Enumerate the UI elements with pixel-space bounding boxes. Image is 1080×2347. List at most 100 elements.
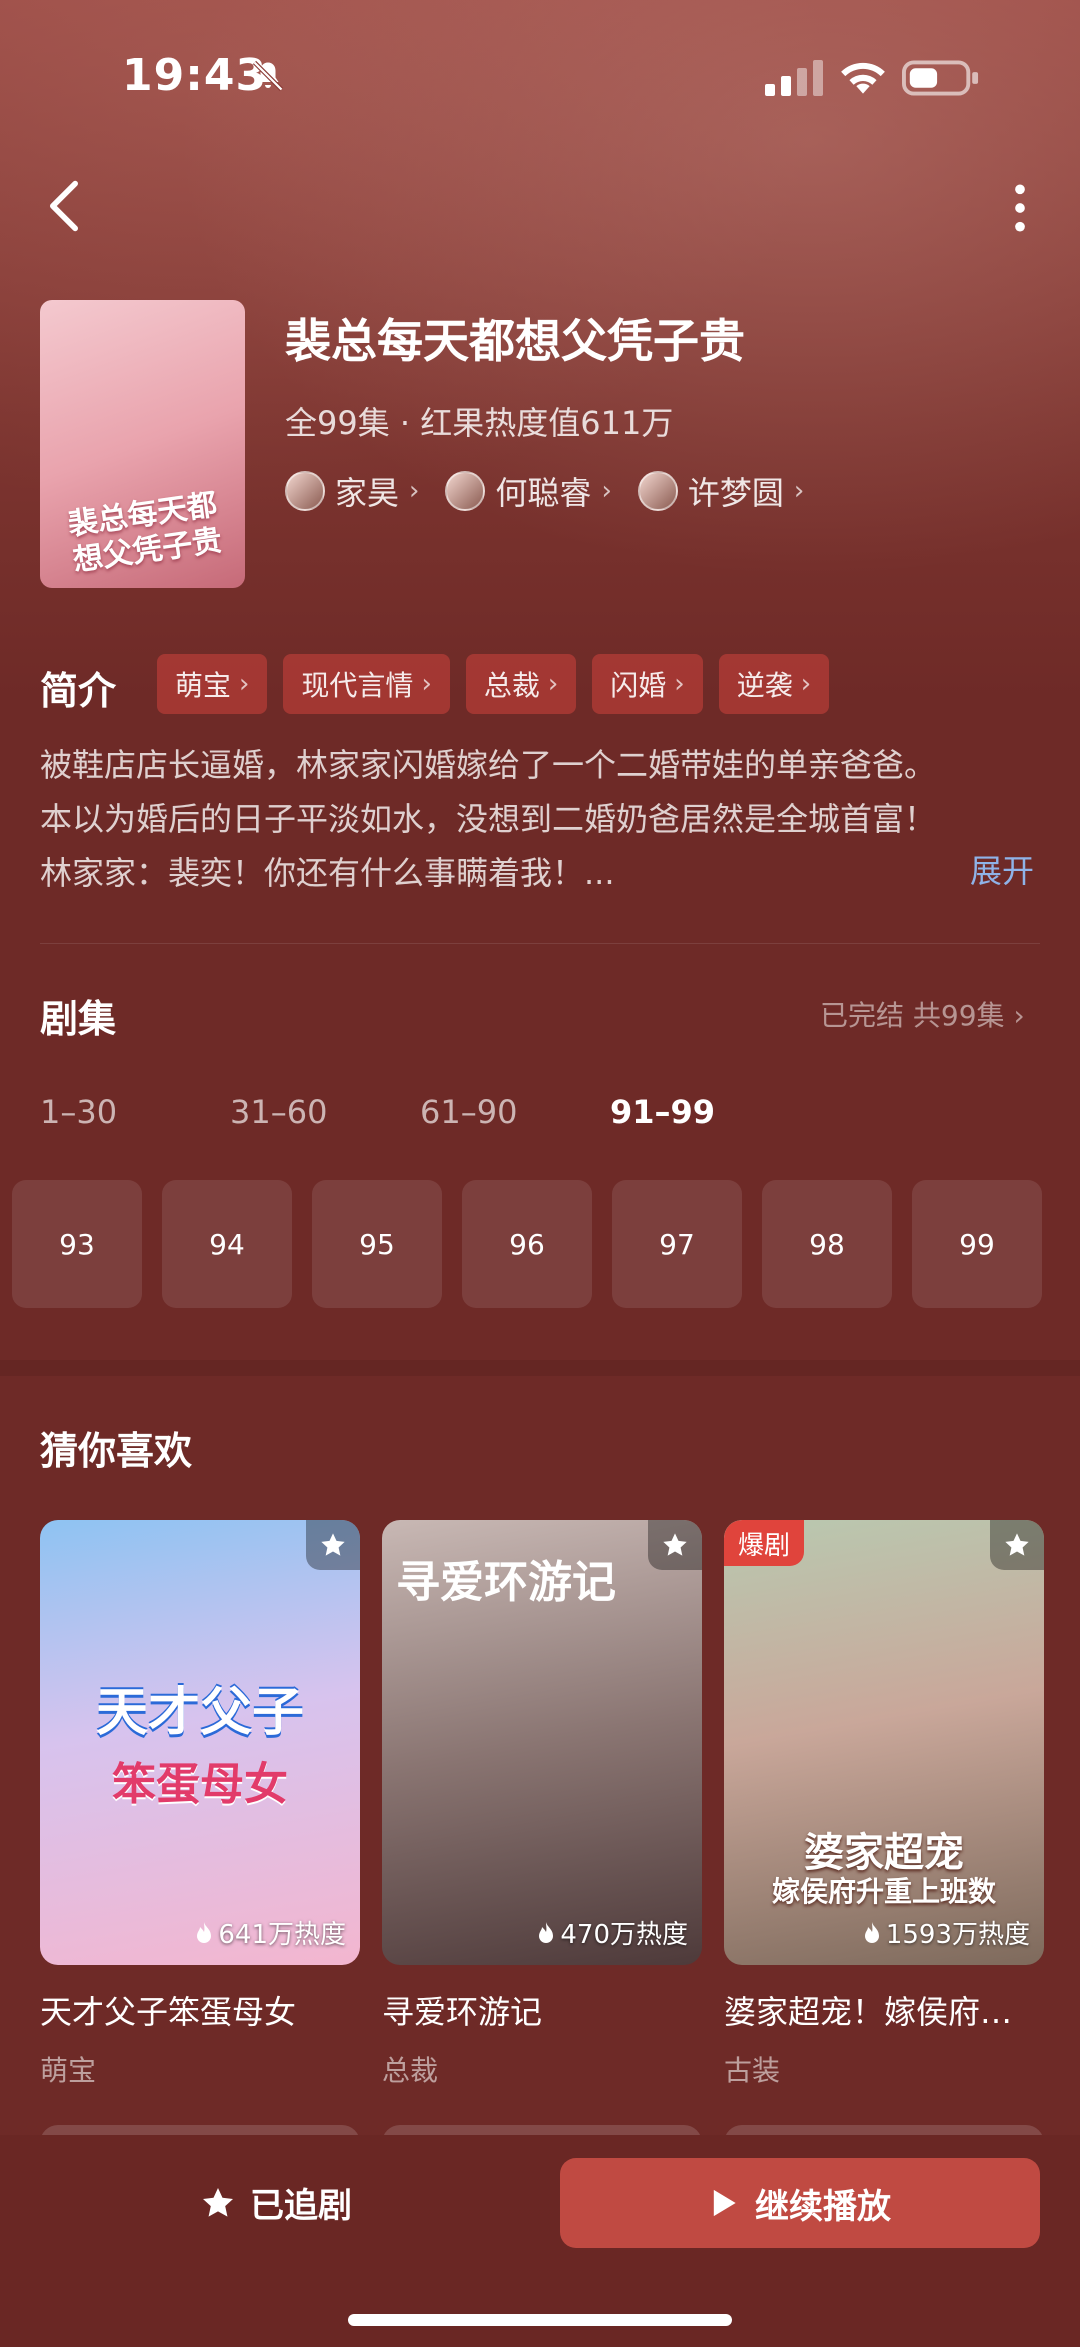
drama-title: 裴总每天都想父凭子贵: [285, 314, 745, 368]
description-line: 本以为婚后的日子平淡如水，没想到二婚奶爸居然是全城首富！: [40, 800, 937, 838]
card-genre: 总裁: [382, 2054, 439, 2087]
continue-play-button[interactable]: 继续播放: [560, 2158, 1040, 2248]
card-title: 寻爱环游记: [382, 1993, 543, 2031]
flame-icon: [864, 1921, 879, 1943]
tag-chip[interactable]: 逆袭 ›: [718, 654, 830, 714]
heat-value: 641万热度: [218, 1920, 346, 1950]
drama-poster[interactable]: 裴总每天都想父凭子贵: [40, 300, 245, 588]
episode-range-tabs: 1–30 31–60 61–90 91–99: [40, 1093, 800, 1131]
wifi-icon: [841, 62, 885, 94]
episode-button[interactable]: 99: [912, 1180, 1042, 1308]
chevron-right-icon: ›: [239, 669, 250, 699]
tag-label: 逆袭: [736, 669, 793, 702]
card-genre: 古装: [724, 2054, 781, 2087]
star-icon[interactable]: [306, 1520, 360, 1570]
heat-value: 470万热度: [560, 1920, 688, 1950]
tag-label: 萌宝: [175, 669, 232, 702]
recommend-card[interactable]: 爆剧 婆家超宠 嫁侯府升重上班数 1593万热度 婆家超宠！嫁侯府… 古装: [724, 1520, 1044, 2089]
follow-label: 已追剧: [250, 2186, 352, 2226]
actor-item[interactable]: 何聪睿 ›: [445, 468, 612, 514]
card-poster: 寻爱环游记 470万热度: [382, 1520, 702, 1965]
recommend-list: 天才父子 笨蛋母女 641万热度 天才父子笨蛋母女 萌宝 寻爱环游记 470万热…: [40, 1520, 1044, 2089]
home-indicator[interactable]: [348, 2314, 732, 2326]
poster-text: 笨蛋母女: [112, 1759, 288, 1810]
actor-item[interactable]: 家昊 ›: [285, 468, 419, 514]
play-icon: [713, 2189, 736, 2217]
status-time: 19:43: [122, 50, 268, 101]
flame-icon: [197, 1921, 212, 1943]
tag-chip[interactable]: 闪婚 ›: [592, 654, 703, 714]
chevron-right-icon: ›: [547, 669, 559, 699]
divider: [40, 943, 1040, 944]
section-separator: [0, 1360, 1080, 1376]
star-icon[interactable]: [648, 1520, 702, 1570]
actor-list: 家昊 › 何聪睿 › 许梦圆 ›: [285, 468, 804, 514]
poster-title: 裴总每天都想父凭子贵: [65, 487, 225, 579]
bell-mute-icon: [252, 60, 284, 92]
star-icon: [203, 2187, 233, 2217]
back-icon[interactable]: [44, 178, 84, 234]
poster-text: 天才父子: [95, 1683, 304, 1743]
drama-meta: 全99集 · 红果热度值611万: [285, 404, 674, 442]
heat-label: 470万热度: [536, 1914, 688, 1951]
actor-item[interactable]: 许梦圆 ›: [637, 468, 805, 514]
tag-chip[interactable]: 现代言情 ›: [283, 654, 450, 714]
star-icon[interactable]: [990, 1520, 1044, 1570]
avatar: [285, 471, 325, 511]
expand-button[interactable]: 展开: [970, 846, 1034, 892]
episode-button[interactable]: 94: [162, 1180, 292, 1308]
episodes-status-link[interactable]: 已完结 共99集 ›: [820, 994, 1025, 1034]
more-icon[interactable]: [1000, 180, 1040, 236]
episode-button[interactable]: 97: [612, 1180, 742, 1308]
chevron-right-icon: ›: [793, 476, 805, 506]
description-line: 林家家：裴奕！你还有什么事瞒着我！...: [40, 854, 615, 892]
range-tab-active[interactable]: 91–99: [610, 1093, 800, 1131]
episodes-status: 已完结 共99集: [820, 999, 1005, 1032]
episode-button[interactable]: 93: [12, 1180, 142, 1308]
episode-button[interactable]: 96: [462, 1180, 592, 1308]
card-title: 婆家超宠！嫁侯府…: [724, 1993, 1013, 2031]
tag-label: 现代言情: [301, 669, 414, 702]
battery-icon: [902, 60, 979, 96]
range-tab[interactable]: 61–90: [420, 1093, 610, 1131]
chevron-right-icon: ›: [421, 669, 432, 699]
card-poster: 爆剧 婆家超宠 嫁侯府升重上班数 1593万热度: [724, 1520, 1044, 1965]
tag-label: 总裁: [483, 669, 540, 702]
tag-chip[interactable]: 萌宝 ›: [157, 654, 268, 714]
chevron-right-icon: ›: [800, 669, 812, 699]
heat-label: 1593万热度: [862, 1914, 1030, 1951]
recommend-card[interactable]: 寻爱环游记 470万热度 寻爱环游记 总裁: [382, 1520, 702, 2089]
hot-badge: 爆剧: [724, 1520, 805, 1566]
signal-icon: [765, 60, 823, 96]
actor-name: 何聪睿: [495, 474, 592, 512]
tag-label: 闪婚: [610, 669, 667, 702]
poster-text: 寻爱环游记: [396, 1557, 616, 1608]
follow-button[interactable]: 已追剧: [200, 2178, 352, 2227]
recommend-heading: 猜你喜欢: [40, 1429, 193, 1473]
range-tab[interactable]: 31–60: [230, 1093, 420, 1131]
card-poster: 天才父子 笨蛋母女 641万热度: [40, 1520, 360, 1965]
poster-text: 嫁侯府升重上班数: [771, 1875, 996, 1908]
recommend-card[interactable]: 天才父子 笨蛋母女 641万热度 天才父子笨蛋母女 萌宝: [40, 1520, 360, 2089]
episode-grid: 93 94 95 96 97 98 99: [12, 1180, 1042, 1308]
chevron-right-icon: ›: [601, 476, 612, 506]
chevron-right-icon: ›: [1013, 999, 1025, 1032]
episode-button[interactable]: 98: [762, 1180, 892, 1308]
chevron-right-icon: ›: [409, 476, 420, 506]
chevron-right-icon: ›: [674, 669, 685, 699]
card-title: 天才父子笨蛋母女: [40, 1993, 297, 2031]
actor-name: 许梦圆: [687, 474, 784, 512]
heat-label: 641万热度: [194, 1914, 346, 1951]
play-label: 继续播放: [755, 2186, 891, 2227]
intro-description: 被鞋店店长逼婚，林家家闪婚嫁给了一个二婚带娃的单亲爸爸。 本以为婚后的日子平淡如…: [40, 738, 1040, 900]
intro-heading: 简介: [40, 669, 117, 713]
avatar: [637, 471, 678, 511]
episode-button[interactable]: 95: [312, 1180, 442, 1308]
heat-value: 1593万热度: [885, 1920, 1030, 1950]
description-line: 被鞋店店长逼婚，林家家闪婚嫁给了一个二婚带娃的单亲爸爸。: [40, 746, 937, 784]
range-tab[interactable]: 1–30: [40, 1093, 230, 1131]
card-genre: 萌宝: [40, 2054, 97, 2087]
tag-chip[interactable]: 总裁 ›: [465, 654, 577, 714]
episodes-heading: 剧集: [40, 997, 117, 1041]
flame-icon: [539, 1921, 554, 1943]
